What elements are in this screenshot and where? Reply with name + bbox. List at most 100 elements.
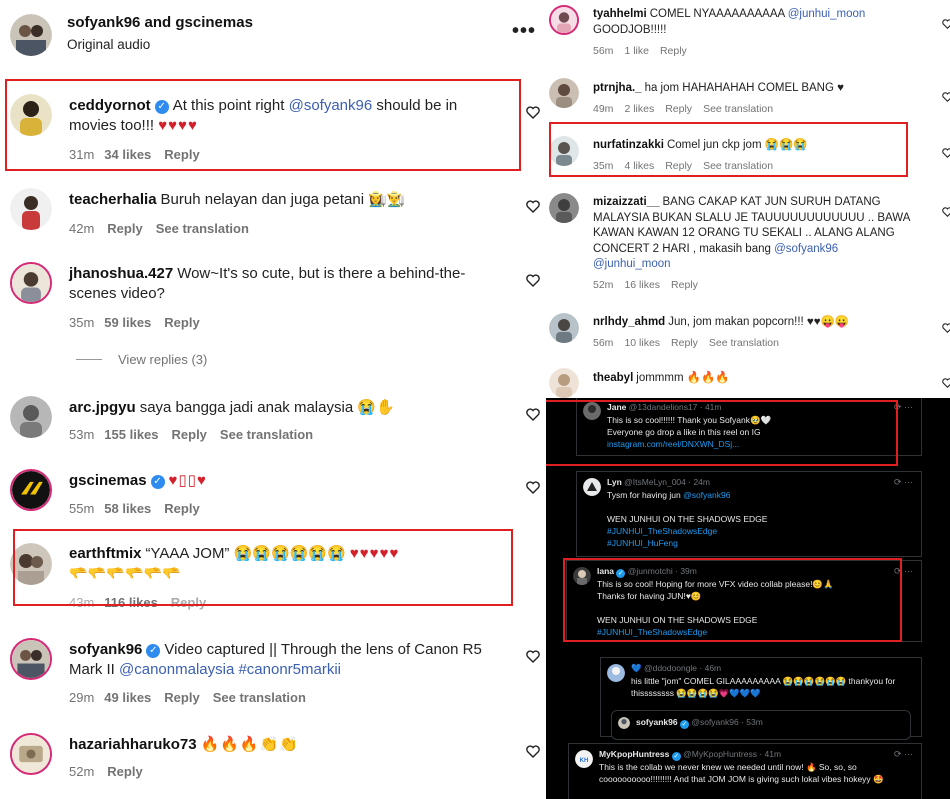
like-heart-icon[interactable] [526, 481, 540, 494]
see-translation-button[interactable]: See translation [220, 427, 313, 442]
tweet-handle[interactable]: @sofyank96 · 53m [691, 717, 762, 727]
comment-username[interactable]: arc.jpgyu [69, 399, 136, 416]
tweet-mention[interactable]: @sofyank96 [683, 490, 730, 500]
divider-line [76, 359, 102, 360]
see-translation-button[interactable]: See translation [213, 690, 306, 705]
tweet-avatar[interactable] [618, 717, 630, 729]
see-translation-button[interactable]: See translation [709, 337, 779, 349]
like-heart-icon[interactable] [526, 274, 540, 287]
likes-count[interactable]: 1 like [624, 45, 649, 57]
comment-meta: 52m Reply [69, 764, 143, 779]
avatar[interactable] [549, 78, 579, 108]
comment-username[interactable]: mizaizzati__ [593, 196, 659, 208]
avatar[interactable] [10, 733, 52, 775]
avatar[interactable] [10, 396, 52, 438]
comment-username[interactable]: sofyank96 [69, 641, 142, 658]
header-avatar[interactable] [10, 14, 52, 56]
tweet-line: This is the collab we never knew we need… [599, 762, 857, 772]
avatar[interactable] [549, 193, 579, 223]
view-replies-button[interactable]: View replies (3) [76, 352, 207, 367]
comment-username[interactable]: ptrnjha._ [593, 82, 642, 94]
quoted-tweet[interactable]: sofyank96 ✓ @sofyank96 · 53m [611, 710, 911, 740]
like-heart-icon[interactable] [942, 378, 950, 388]
comment-meta: 56m 10 likes Reply See translation [593, 337, 790, 349]
tweet-handle[interactable]: @ItsMeLyn_004 · 24m [624, 477, 710, 487]
comment-username[interactable]: theabyl [593, 372, 633, 384]
tweet-handle[interactable]: @MyKpopHuntress · 41m [683, 749, 781, 759]
avatar[interactable] [10, 469, 52, 511]
reply-button[interactable]: Reply [164, 501, 199, 516]
like-heart-icon[interactable] [942, 207, 950, 217]
comment-meta: 52m 16 likes Reply [593, 279, 709, 291]
likes-count[interactable]: 16 likes [624, 279, 660, 291]
reply-button[interactable]: Reply [671, 279, 698, 291]
like-heart-icon[interactable] [526, 200, 540, 213]
reply-button[interactable]: Reply [665, 103, 692, 115]
avatar[interactable] [10, 262, 52, 304]
instagram-comments-panel: sofyank96 and gscinemas Original audio •… [0, 0, 546, 799]
tweet-display-name[interactable]: MyKpopHuntress [599, 749, 669, 759]
avatar[interactable] [549, 368, 579, 398]
post-header-title[interactable]: sofyank96 and gscinemas [67, 14, 253, 31]
like-heart-icon[interactable] [942, 148, 950, 158]
reply-button[interactable]: Reply [107, 764, 142, 779]
mention-link[interactable]: @junhui_moon [788, 8, 866, 20]
mention-link[interactable]: @canonmalaysia #canonr5markii [119, 661, 341, 678]
reply-button[interactable]: Reply [107, 221, 142, 236]
comment-username[interactable]: gscinemas [69, 472, 147, 489]
tweet-avatar[interactable]: KH [575, 750, 593, 768]
like-heart-icon[interactable] [942, 19, 950, 29]
tweet-display-name[interactable]: sofyank96 [636, 717, 678, 727]
svg-text:KH: KH [580, 758, 589, 764]
comment-text: arc.jpgyu saya bangga jadi anak malaysia … [69, 398, 499, 418]
tweet-display-name[interactable]: Lyn [607, 477, 622, 487]
tweet-more-icon[interactable]: ⟳ ··· [894, 476, 913, 488]
likes-count[interactable]: 2 likes [624, 103, 654, 115]
comment-username[interactable]: teacherhalia [69, 191, 157, 208]
comment-body: COMEL NYAAAAAAAAAA [649, 8, 788, 20]
like-heart-icon[interactable] [526, 745, 540, 758]
tweet-card[interactable]: KH MyKpopHuntress ✓ @MyKpopHuntress · 41… [568, 743, 922, 799]
tweet-avatar[interactable] [607, 664, 625, 682]
comment-username[interactable]: nrlhdy_ahmd [593, 316, 665, 328]
tweet-hashtag[interactable]: #JUNHUI_HuFeng [607, 537, 913, 549]
avatar[interactable] [549, 313, 579, 343]
likes-count[interactable]: 10 likes [624, 337, 660, 349]
likes-count[interactable]: 155 likes [104, 427, 158, 442]
view-replies-label[interactable]: View replies (3) [118, 352, 207, 367]
avatar[interactable] [10, 638, 52, 680]
reply-button[interactable]: Reply [671, 337, 698, 349]
highlight-box [13, 529, 513, 606]
comment-username[interactable]: jhanoshua.427 [69, 265, 173, 282]
like-heart-icon[interactable] [526, 106, 540, 119]
tweet-card[interactable]: Lyn @ItsMeLyn_004 · 24m ⟳ ··· Tysm for h… [576, 471, 922, 557]
tweet-handle[interactable]: @ddodoongle · 46m [644, 663, 721, 673]
likes-count[interactable]: 59 likes [104, 315, 151, 330]
like-heart-icon[interactable] [526, 408, 540, 421]
likes-count[interactable]: 58 likes [104, 501, 151, 516]
comment-body: ha jom HAHAHAHAH COMEL BANG ♥ [644, 82, 844, 94]
reply-button[interactable]: Reply [660, 45, 687, 57]
tweet-display-name[interactable]: 💙 [631, 663, 642, 673]
tweet-card[interactable]: 💙 @ddodoongle · 46m his little "jom" COM… [600, 657, 922, 740]
audio-label[interactable]: Original audio [67, 37, 150, 52]
verified-badge-icon: ✓ [679, 720, 689, 729]
comment-username[interactable]: hazariahharuko73 [69, 736, 197, 753]
more-options-icon[interactable]: ••• [512, 20, 536, 43]
like-heart-icon[interactable] [942, 92, 950, 102]
reply-button[interactable]: Reply [164, 690, 199, 705]
see-translation-button[interactable]: See translation [156, 221, 249, 236]
tweet-avatar[interactable] [583, 478, 601, 496]
avatar[interactable] [10, 188, 52, 230]
like-heart-icon[interactable] [942, 323, 950, 333]
tweet-hashtag[interactable]: #JUNHUI_TheShadowsEdge [607, 525, 913, 537]
see-translation-button[interactable]: See translation [703, 103, 773, 115]
reply-button[interactable]: Reply [172, 427, 207, 442]
comment-username[interactable]: tyahhelmi [593, 8, 647, 20]
avatar[interactable] [549, 5, 579, 35]
likes-count[interactable]: 49 likes [104, 690, 151, 705]
tweet-more-icon[interactable]: ⟳ ··· [894, 748, 913, 760]
like-heart-icon[interactable] [526, 650, 540, 663]
comment-meta: 35m 59 likes Reply [69, 315, 200, 330]
reply-button[interactable]: Reply [164, 315, 199, 330]
